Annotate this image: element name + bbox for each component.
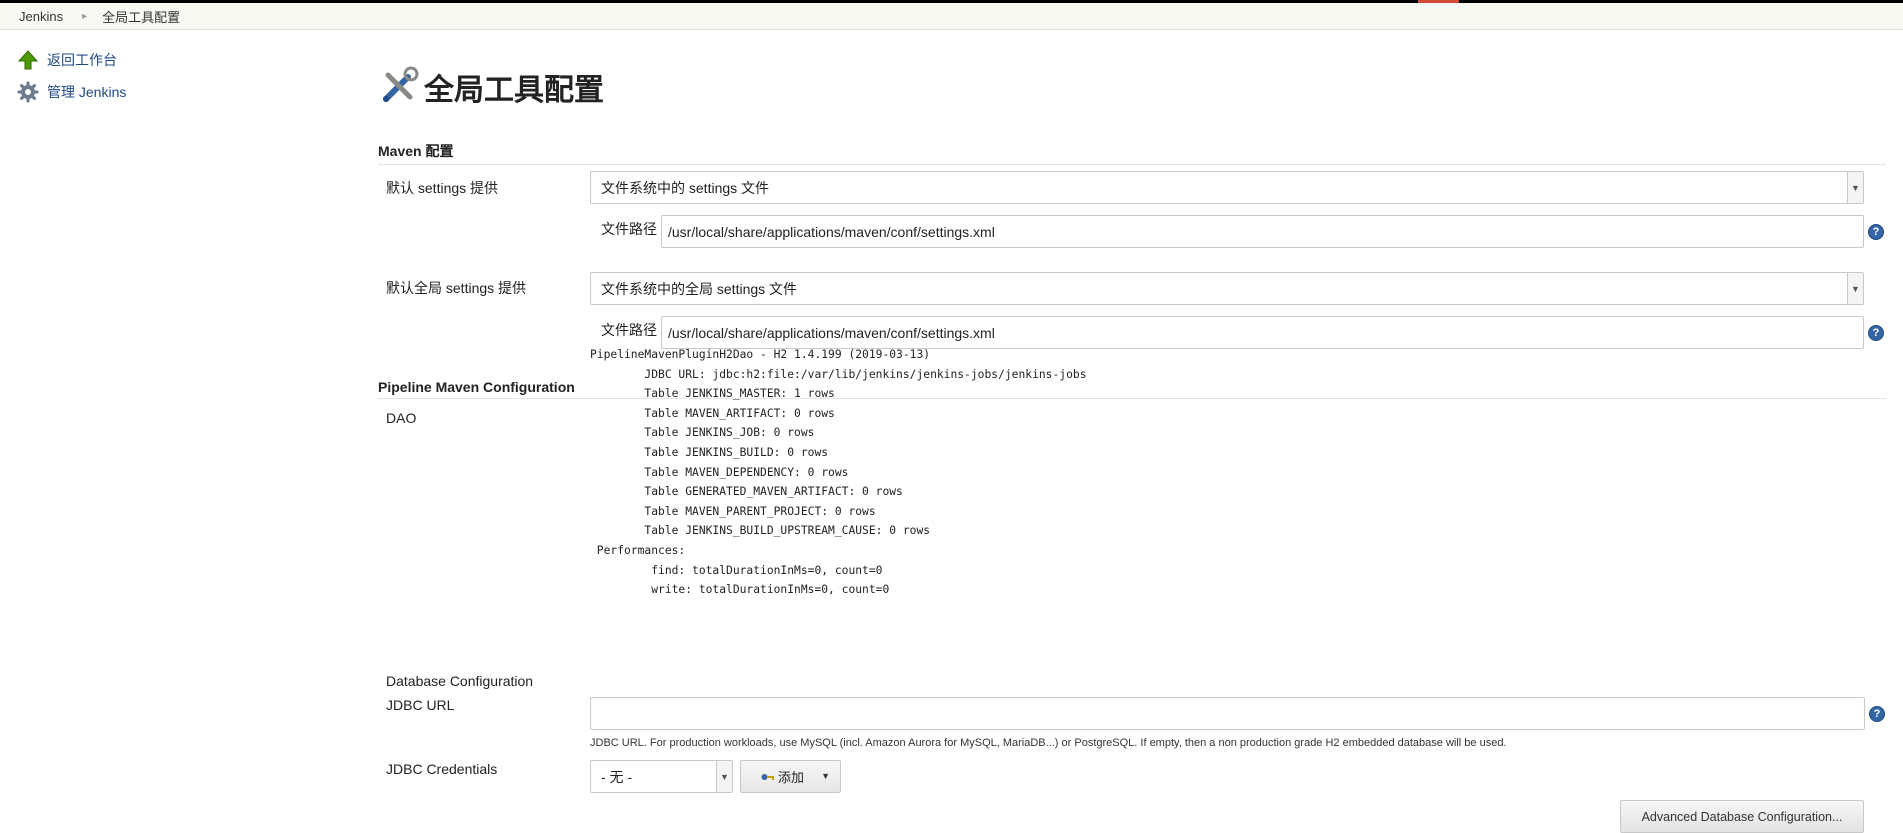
main-content: 全局工具配置 Maven 配置 默认 settings 提供 文件系统中的 se… — [378, 64, 1886, 426]
settings-path-label: 文件路径 — [601, 221, 657, 237]
advanced-database-configuration-button[interactable]: Advanced Database Configuration... — [1620, 800, 1864, 833]
default-settings-label: 默认 settings 提供 — [386, 180, 499, 196]
breadcrumb-jenkins[interactable]: Jenkins — [19, 9, 63, 24]
page-title: 全局工具配置 — [378, 64, 1886, 110]
dao-label: DAO — [386, 410, 417, 426]
tools-icon — [378, 65, 420, 110]
add-credentials-button[interactable]: 添加 ▼ — [740, 760, 841, 793]
chevron-down-icon: ▼ — [1847, 273, 1863, 304]
global-path-label: 文件路径 — [601, 322, 657, 338]
database-configuration-label: Database Configuration — [386, 673, 534, 689]
maven-section-header: Maven 配置 — [378, 141, 1886, 165]
up-arrow-icon — [17, 49, 39, 71]
sidebar-item-back-dashboard[interactable]: 返回工作台 — [17, 48, 126, 72]
breadcrumb-current[interactable]: 全局工具配置 — [102, 7, 180, 26]
jdbc-credentials-select[interactable]: - 无 - ▼ — [590, 760, 733, 793]
jdbc-credentials-label: JDBC Credentials — [386, 761, 498, 777]
key-icon — [761, 772, 775, 782]
dropdown-arrow-icon: ▼ — [821, 771, 830, 781]
jdbc-url-input[interactable] — [590, 697, 1865, 730]
jdbc-url-hint: JDBC URL. For production workloads, use … — [590, 737, 1507, 749]
help-icon[interactable]: ? — [1868, 224, 1884, 240]
chevron-down-icon: ▼ — [716, 761, 732, 792]
global-settings-select[interactable]: 文件系统中的全局 settings 文件 ▼ — [590, 272, 1864, 305]
breadcrumb-separator-icon: ▸ — [82, 10, 88, 22]
default-settings-value: 文件系统中的 settings 文件 — [601, 179, 770, 196]
gear-icon — [17, 81, 39, 103]
jdbc-credentials-value: - 无 - — [601, 768, 633, 785]
page-title-text: 全局工具配置 — [424, 74, 604, 107]
help-icon[interactable]: ? — [1869, 706, 1885, 722]
breadcrumb: Jenkins ▸ 全局工具配置 — [0, 3, 1903, 30]
dao-info-text: PipelineMavenPluginH2Dao - H2 1.4.199 (2… — [590, 348, 1087, 597]
sidebar-item-label[interactable]: 返回工作台 — [47, 50, 117, 70]
sidebar: 返回工作台 管理 Jenkins — [17, 48, 126, 112]
sidebar-item-label[interactable]: 管理 Jenkins — [47, 82, 126, 102]
global-settings-value: 文件系统中的全局 settings 文件 — [601, 280, 798, 297]
chevron-down-icon: ▼ — [1847, 172, 1863, 203]
sidebar-item-manage-jenkins[interactable]: 管理 Jenkins — [17, 80, 126, 104]
default-settings-select[interactable]: 文件系统中的 settings 文件 ▼ — [590, 171, 1864, 204]
settings-path-input[interactable] — [661, 215, 1864, 248]
jdbc-url-label: JDBC URL — [386, 697, 455, 713]
help-icon[interactable]: ? — [1868, 325, 1884, 341]
add-credentials-label: 添加 — [778, 770, 805, 785]
global-settings-label: 默认全局 settings 提供 — [386, 280, 527, 296]
